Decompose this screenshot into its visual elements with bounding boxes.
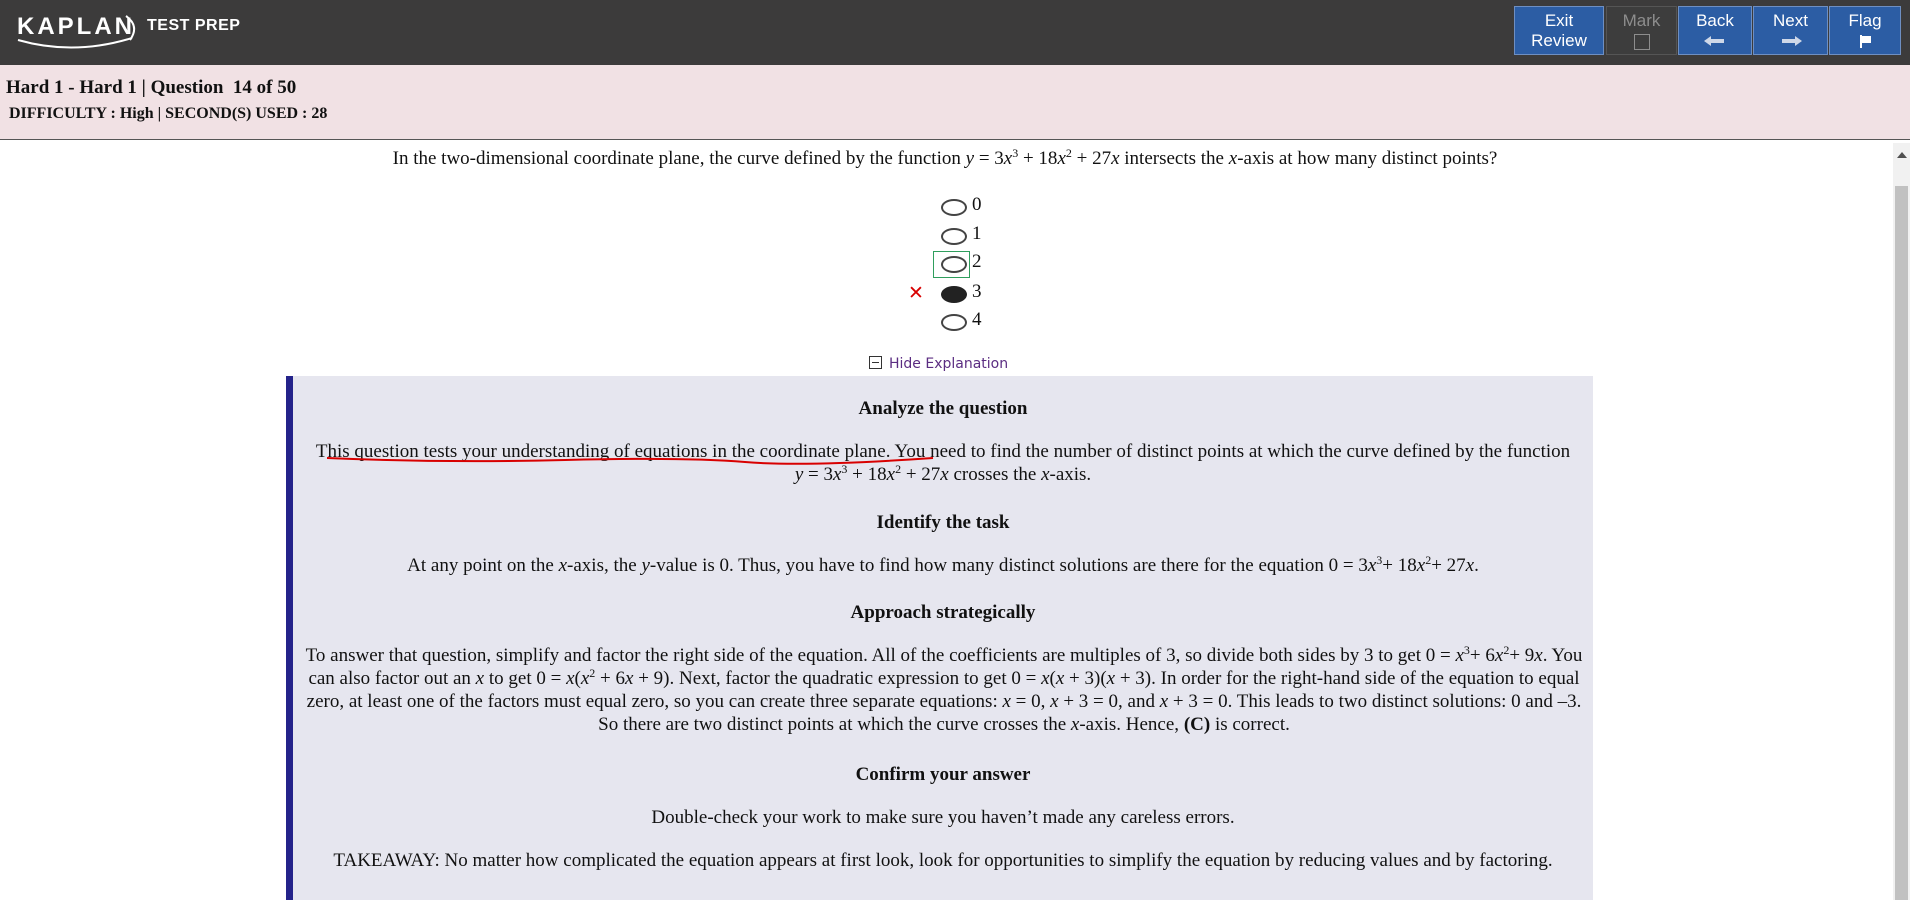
explanation-paragraph-3: To answer that question, simplify and fa… (305, 643, 1583, 735)
mark-checkbox-icon (1633, 34, 1650, 50)
explanation-paragraph-2: At any point on the x-axis, the y-value … (407, 553, 1479, 576)
logo-wordmark: KAPLAN (17, 13, 135, 40)
scroll-up-arrow-icon[interactable] (1897, 152, 1907, 158)
explanation-panel: Analyze the question This question tests… (286, 376, 1593, 900)
question-stem: In the two-dimensional coordinate plane,… (392, 146, 1498, 169)
incorrect-x-icon: ✕ (908, 282, 924, 304)
explanation-paragraph-4: Double-check your work to make sure you … (651, 807, 1235, 828)
radio-button[interactable] (941, 314, 967, 331)
heading-approach: Approach strategically (850, 602, 1036, 623)
heading-analyze: Analyze the question (858, 398, 1028, 419)
hide-explanation-link[interactable]: Hide Explanation (869, 356, 1008, 372)
exit-review-button[interactable]: Exit Review (1514, 6, 1604, 55)
choice-label: 0 (972, 194, 982, 215)
exit-review-label-2: Review (1531, 31, 1587, 50)
next-button[interactable]: Next (1753, 6, 1828, 55)
choice-label: 2 (972, 251, 982, 272)
radio-button-selected[interactable] (941, 286, 967, 303)
mark-button[interactable]: Mark (1606, 6, 1677, 55)
takeaway-paragraph: TAKEAWAY: No matter how complicated the … (333, 850, 1553, 871)
heading-identify: Identify the task (876, 512, 1010, 533)
back-label: Back (1696, 11, 1734, 30)
vertical-scrollbar[interactable] (1893, 143, 1910, 900)
flag-icon (1859, 35, 1871, 48)
back-button[interactable]: Back (1678, 6, 1752, 55)
question-title: Hard 1 - Hard 1 | Question 14 of 50 (6, 77, 297, 98)
exit-review-label-1: Exit (1544, 11, 1574, 30)
collapse-minus-icon (869, 356, 882, 369)
top-toolbar: KAPLAN TEST PREP Exit Review Mark Back N… (0, 0, 1910, 65)
flag-label: Flag (1848, 11, 1882, 30)
choice-label: 4 (972, 309, 982, 330)
mark-label: Mark (1622, 11, 1661, 30)
hide-explanation-label: Hide Explanation (889, 356, 1009, 372)
radio-button[interactable] (941, 256, 967, 273)
next-label: Next (1773, 11, 1808, 30)
logo-subtitle: TEST PREP (147, 17, 241, 34)
arrow-left-icon (1704, 36, 1726, 46)
red-underline-annotation (326, 457, 934, 465)
choice-label: 3 (972, 281, 982, 302)
radio-button[interactable] (941, 199, 967, 216)
scroll-thumb[interactable] (1895, 186, 1908, 900)
arrow-right-icon (1780, 36, 1802, 46)
question-meta: DIFFICULTY : High | SECOND(S) USED : 28 (9, 105, 328, 122)
choice-label: 1 (972, 223, 982, 244)
heading-confirm: Confirm your answer (855, 764, 1031, 785)
flag-button[interactable]: Flag (1829, 6, 1901, 55)
radio-button[interactable] (941, 228, 967, 245)
question-header: Hard 1 - Hard 1 | Question 14 of 50 DIFF… (0, 65, 1910, 140)
